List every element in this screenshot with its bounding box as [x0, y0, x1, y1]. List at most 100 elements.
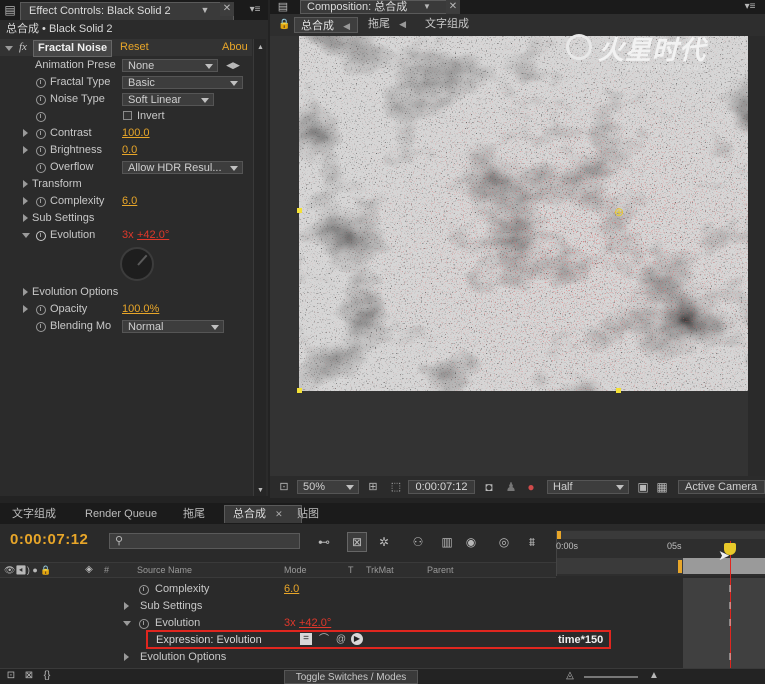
camera-dropdown[interactable]: Active Camera [678, 480, 765, 494]
tab-trail[interactable]: 拖尾 [175, 506, 213, 523]
stopwatch-icon[interactable] [36, 305, 46, 315]
expand-triangle-icon[interactable] [23, 305, 28, 313]
stopwatch-icon[interactable] [36, 197, 46, 207]
in-out-panel-icon[interactable]: {} [40, 669, 54, 683]
graph-editor-icon[interactable]: ⩩ [522, 535, 542, 549]
collapse-triangle-icon[interactable] [22, 233, 30, 238]
expand-triangle-icon[interactable] [23, 180, 28, 188]
layer-switches-icon[interactable]: ⊡ [4, 669, 18, 683]
layer-handle[interactable] [297, 388, 302, 393]
tab-dropdown-icon[interactable]: ▼ [199, 3, 211, 17]
stopwatch-icon[interactable] [139, 585, 149, 595]
close-icon[interactable]: ✕ [446, 0, 460, 14]
region-of-interest-icon[interactable]: ▣ [636, 480, 650, 494]
zoom-dropdown[interactable]: 50% [297, 480, 359, 494]
zoom-in-icon[interactable]: ▲ [646, 669, 662, 683]
expression-graph-icon[interactable]: ⌒ [318, 633, 330, 647]
subtab-text-comp[interactable]: 文字组成 [425, 16, 469, 33]
close-icon[interactable]: ✕ [275, 509, 283, 519]
camera-snapshot-icon[interactable]: ◘ [482, 480, 496, 494]
expand-triangle-icon[interactable] [124, 653, 129, 661]
work-area-bar[interactable] [557, 531, 765, 539]
fractal-type-dropdown[interactable]: Basic [122, 76, 243, 89]
effect-name[interactable]: Fractal Noise [33, 40, 113, 57]
layer-in-point-icon[interactable] [678, 560, 682, 573]
timeline-timecode[interactable]: 0:00:07:12 [10, 531, 88, 548]
noise-type-dropdown[interactable]: Soft Linear [122, 93, 214, 106]
blending-mode-dropdown[interactable]: Normal [122, 320, 224, 333]
collapse-triangle-icon[interactable] [5, 46, 13, 51]
safe-zones-icon[interactable]: ⊞ [366, 480, 380, 494]
brightness-value[interactable]: 0.0 [122, 142, 137, 159]
col-source-name[interactable]: Source Name [137, 563, 192, 577]
panel-options-icon[interactable]: ▾≡ [246, 3, 264, 17]
stopwatch-icon[interactable] [36, 129, 46, 139]
tab-dropdown-icon[interactable]: ▼ [422, 0, 432, 14]
scroll-up-icon[interactable]: ▲ [256, 41, 265, 55]
stopwatch-icon[interactable] [139, 619, 149, 629]
keyframe-marker-icon[interactable]: I [726, 583, 734, 597]
layer-search-input[interactable]: ⚲ [109, 533, 300, 549]
effect-scrollbar[interactable]: ▲ ▼ [253, 39, 266, 496]
expression-code[interactable]: time*150 [558, 632, 603, 649]
panel-options-icon[interactable]: ▾≡ [740, 0, 760, 14]
reset-link[interactable]: Reset [120, 39, 149, 56]
close-icon[interactable]: ✕ [220, 2, 234, 16]
tab-render-queue[interactable]: Render Queue [77, 506, 165, 523]
layer-handle[interactable] [297, 208, 302, 213]
draft-3d-icon[interactable]: ✲ [374, 535, 394, 549]
tab-text-comp[interactable]: 文字组成 [4, 506, 64, 523]
expression-enable-icon[interactable]: = [300, 633, 312, 645]
transparency-grid-icon[interactable]: ▦ [655, 480, 669, 494]
tl-complexity-value[interactable]: 6.0 [284, 581, 299, 598]
composition-viewer[interactable]: 火星时代 www.hxsd.com ⊕ [270, 34, 765, 476]
stopwatch-icon[interactable] [36, 146, 46, 156]
complexity-value[interactable]: 6.0 [122, 193, 137, 210]
color-channels-icon[interactable]: ● [524, 480, 538, 494]
lock-icon[interactable]: 🔒 [278, 18, 290, 32]
stopwatch-icon[interactable] [36, 322, 46, 332]
viewer-scroll-track[interactable] [748, 36, 765, 476]
anchor-point-icon[interactable]: ⊕ [613, 205, 625, 219]
keyframe-marker-icon[interactable]: I [726, 651, 734, 665]
evolution-dial[interactable] [120, 247, 154, 281]
keyframe-marker-icon[interactable]: I [726, 600, 734, 614]
always-preview-icon[interactable]: ⊡ [276, 480, 292, 494]
motion-blur-icon[interactable]: ◉ [461, 535, 481, 549]
frame-blending-icon[interactable]: ▥ [437, 535, 457, 549]
fx-icon[interactable]: fx [19, 39, 27, 56]
tab-texture[interactable]: 贴图 [289, 506, 327, 523]
mask-visibility-icon[interactable]: ⬚ [389, 480, 403, 494]
expression-pickwhip-icon[interactable]: @ [335, 633, 347, 647]
expand-triangle-icon[interactable] [23, 146, 28, 154]
transfer-controls-icon[interactable]: ⊠ [22, 669, 36, 683]
expression-language-menu-icon[interactable]: ▶ [351, 633, 363, 645]
stopwatch-icon[interactable] [36, 95, 46, 105]
animation-preset-dropdown[interactable]: None [122, 59, 218, 72]
panel-menu-icon[interactable]: ▤ [4, 3, 16, 17]
evolution-degrees[interactable]: +42.0° [137, 227, 169, 244]
subtab-main-comp[interactable]: 总合成 ◀ [294, 17, 358, 33]
toggle-switches-modes-button[interactable]: Toggle Switches / Modes [284, 670, 418, 684]
work-area-start-icon[interactable] [557, 531, 561, 539]
expand-triangle-icon[interactable] [23, 214, 28, 222]
stopwatch-icon[interactable] [36, 163, 46, 173]
invert-checkbox[interactable] [123, 111, 132, 120]
preset-nav-arrows-icon[interactable]: ◀▶ [223, 58, 243, 72]
stopwatch-icon[interactable] [36, 231, 46, 241]
show-snapshot-icon[interactable]: ♟ [504, 480, 518, 494]
zoom-out-icon[interactable]: ◬ [562, 669, 578, 683]
comp-timecode[interactable]: 0:00:07:12 [408, 480, 475, 494]
overflow-dropdown[interactable]: Allow HDR Resul... [122, 161, 243, 174]
layer-handle[interactable] [616, 388, 621, 393]
keyframe-marker-icon[interactable]: I [726, 617, 734, 631]
contrast-value[interactable]: 100.0 [122, 125, 150, 142]
about-link[interactable]: Abou [222, 39, 248, 56]
expand-triangle-icon[interactable] [23, 129, 28, 137]
expand-triangle-icon[interactable] [23, 197, 28, 205]
collapse-triangle-icon[interactable] [123, 621, 131, 626]
hide-shy-layers-icon[interactable]: ⚇ [408, 535, 428, 549]
scroll-down-icon[interactable]: ▼ [256, 484, 265, 498]
expand-triangle-icon[interactable] [23, 288, 28, 296]
subtab-trail[interactable]: 拖尾 ◀ [368, 16, 406, 33]
